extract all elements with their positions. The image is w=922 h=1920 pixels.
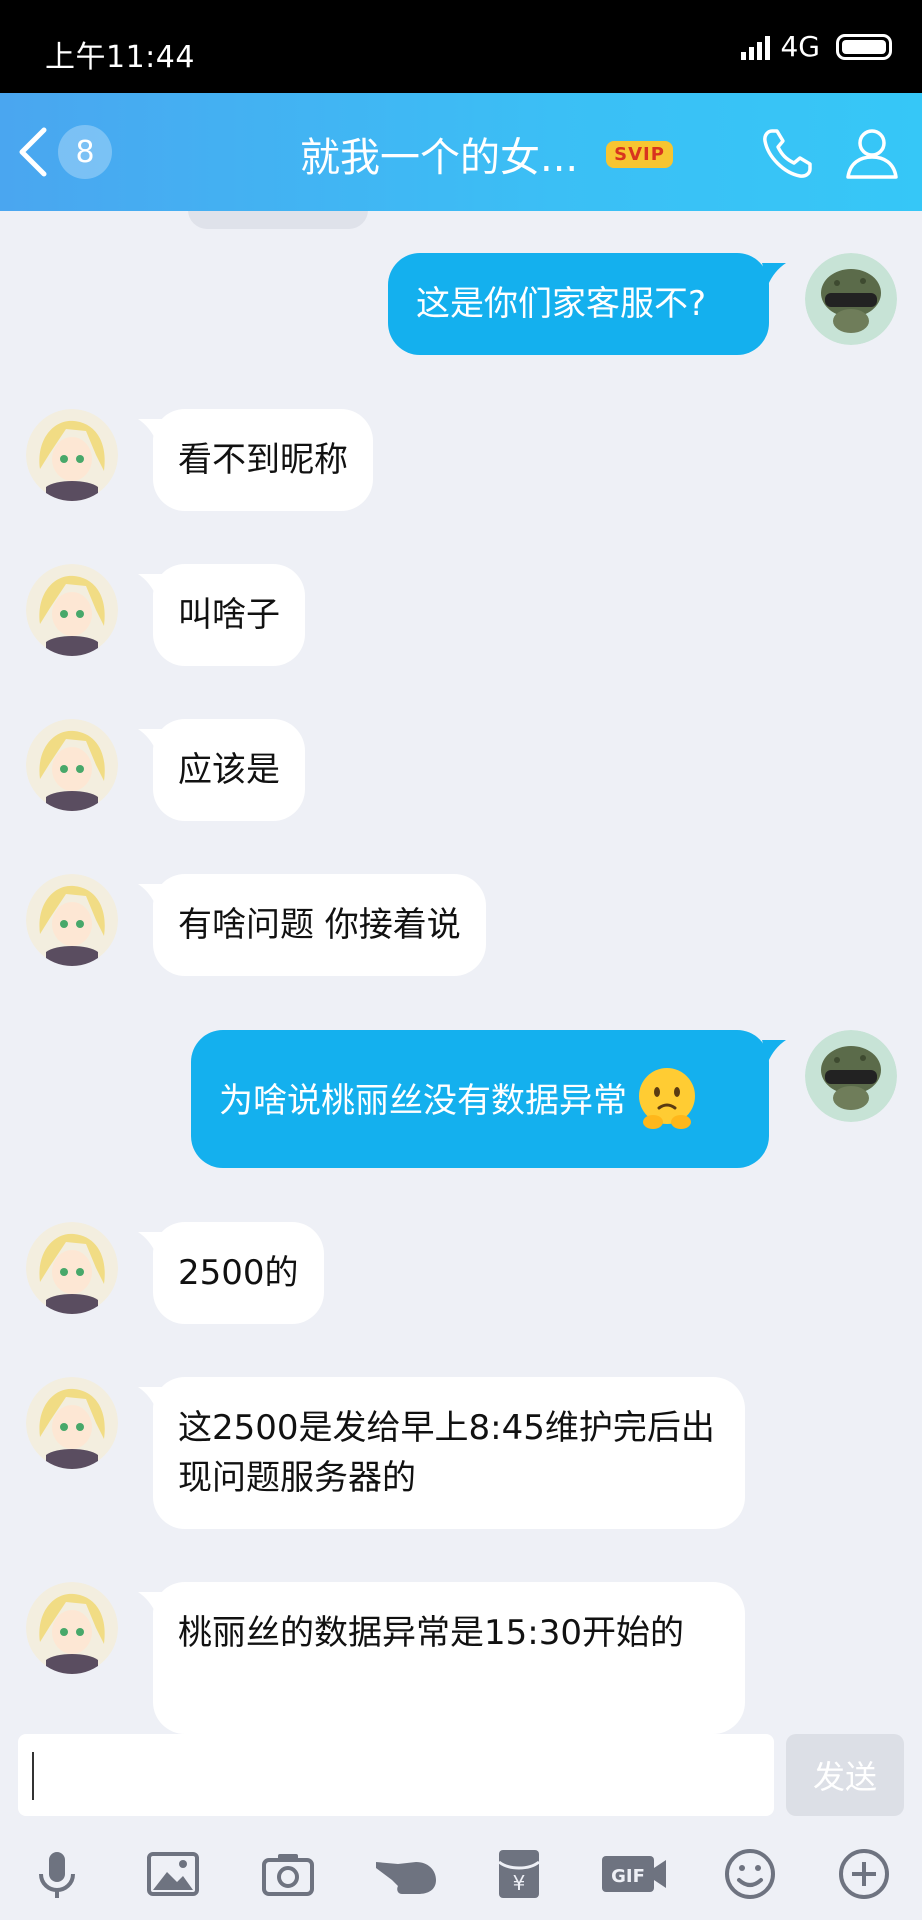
message-bubble[interactable]: 有啥问题 你接着说 xyxy=(153,874,486,976)
previous-message-fragment xyxy=(188,211,368,229)
anime-girl-avatar-icon xyxy=(26,1222,118,1314)
message-bubble[interactable]: 2500的 xyxy=(153,1222,324,1324)
svip-badge: SVIP xyxy=(606,140,673,168)
message-text: 桃丽丝的数据异常是15:30开始的 xyxy=(178,1613,684,1653)
avatar[interactable] xyxy=(26,1222,118,1314)
anime-girl-avatar-icon xyxy=(26,564,118,656)
message-bubble[interactable]: 桃丽丝的数据异常是15:30开始的 xyxy=(153,1582,745,1734)
phone-icon[interactable] xyxy=(758,123,818,183)
message-text: 看不到昵称 xyxy=(178,440,348,480)
anime-girl-avatar-icon xyxy=(26,874,118,966)
message-text: 这是你们家客服不? xyxy=(416,284,707,324)
message-text: 为啥说桃丽丝没有数据异常 xyxy=(219,1081,627,1121)
avatar[interactable] xyxy=(805,253,897,345)
status-time: 上午11:44 xyxy=(45,40,195,75)
anime-girl-avatar-icon xyxy=(26,409,118,501)
message-bubble[interactable]: 应该是 xyxy=(153,719,305,821)
message-list[interactable]: 这是你们家客服不? 看不到昵称 叫啥子 应该是 有啥问题 你接着说 为啥说桃丽丝… xyxy=(0,211,922,1734)
gif-icon[interactable]: GIF xyxy=(600,1846,668,1902)
bubble-tail xyxy=(762,1040,786,1062)
microphone-icon[interactable] xyxy=(29,1846,85,1902)
chevron-left-icon xyxy=(19,127,47,177)
message-input[interactable] xyxy=(18,1734,774,1816)
svg-text:¥: ¥ xyxy=(513,1871,526,1895)
title-group[interactable]: 就我一个的女... SVIP xyxy=(300,125,673,183)
svg-text:GIF: GIF xyxy=(611,1866,645,1887)
camera-icon[interactable] xyxy=(260,1846,316,1902)
emoji-icon[interactable] xyxy=(722,1846,778,1902)
message-text: 这2500是发给早上8:45维护完后出现问题服务器的 xyxy=(178,1408,715,1498)
battery-icon xyxy=(836,33,892,60)
signal-icon xyxy=(741,34,771,60)
text-caret xyxy=(32,1752,34,1800)
chat-header: 8 就我一个的女... SVIP xyxy=(0,93,922,211)
worried-face-emoji-icon xyxy=(639,1068,695,1129)
plus-icon[interactable] xyxy=(836,1846,892,1902)
anime-girl-avatar-icon xyxy=(26,1582,118,1674)
message-text: 2500的 xyxy=(178,1253,299,1293)
red-packet-icon[interactable]: ¥ xyxy=(491,1846,547,1902)
message-text: 有啥问题 你接着说 xyxy=(178,905,461,945)
status-bar: 上午11:44 4G xyxy=(0,0,922,93)
avatar[interactable] xyxy=(26,564,118,656)
soldier-avatar-icon xyxy=(805,1030,897,1122)
avatar[interactable] xyxy=(26,409,118,501)
message-bubble[interactable]: 为啥说桃丽丝没有数据异常 xyxy=(191,1030,769,1168)
message-text: 叫啥子 xyxy=(178,595,280,635)
anime-girl-avatar-icon xyxy=(26,1377,118,1469)
poke-hand-icon[interactable] xyxy=(372,1846,442,1902)
avatar[interactable] xyxy=(26,719,118,811)
message-bubble[interactable]: 这2500是发给早上8:45维护完后出现问题服务器的 xyxy=(153,1377,745,1529)
back-button[interactable]: 8 xyxy=(14,120,114,184)
message-text: 应该是 xyxy=(178,750,280,790)
image-icon[interactable] xyxy=(145,1846,201,1902)
network-label: 4G xyxy=(780,30,820,63)
avatar[interactable] xyxy=(26,1377,118,1469)
avatar[interactable] xyxy=(805,1030,897,1122)
soldier-avatar-icon xyxy=(805,253,897,345)
status-indicators: 4G xyxy=(741,30,892,63)
input-bar: 发送 xyxy=(0,1734,922,1822)
message-bubble[interactable]: 叫啥子 xyxy=(153,564,305,666)
chat-title: 就我一个的女... xyxy=(300,135,579,181)
message-bubble[interactable]: 这是你们家客服不? xyxy=(388,253,769,355)
profile-icon[interactable] xyxy=(842,123,902,183)
avatar[interactable] xyxy=(26,874,118,966)
bubble-tail xyxy=(762,263,786,285)
message-bubble[interactable]: 看不到昵称 xyxy=(153,409,373,511)
avatar[interactable] xyxy=(26,1582,118,1674)
input-toolbar: ¥ GIF xyxy=(0,1822,922,1920)
unread-count-badge: 8 xyxy=(58,125,112,179)
send-button[interactable]: 发送 xyxy=(786,1734,904,1816)
anime-girl-avatar-icon xyxy=(26,719,118,811)
